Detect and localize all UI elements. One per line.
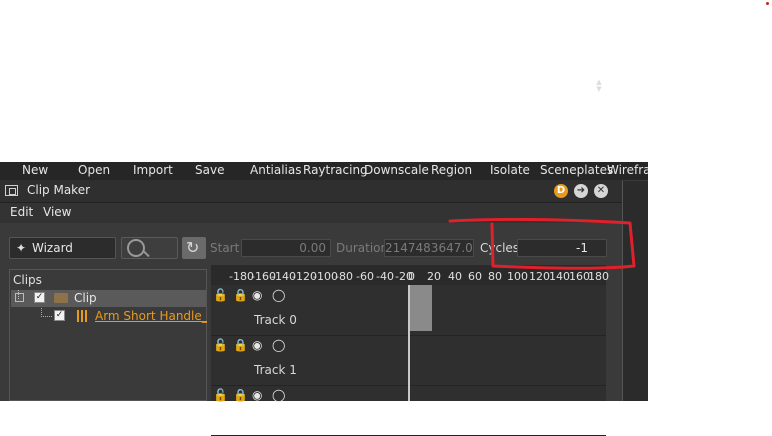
menu-view[interactable]: View [43,205,71,219]
search-icon [127,239,145,257]
eye-closed-icon[interactable]: ◯ [272,388,285,402]
clip-maker-titlebar[interactable]: Clip Maker D ➜ ✕ [0,180,622,203]
window-title: Clip Maker [27,183,91,197]
main-toolbar: New Open Import Save Antialias Raytracin… [0,162,648,180]
lock-icon[interactable]: 🔒 [233,338,248,352]
lock-icon[interactable]: 🔒 [233,288,248,302]
clip-maker-window-icon [5,185,18,196]
eye-icon[interactable]: ◉ [252,288,262,302]
red-dot-mark [766,2,769,5]
clip-checkbox[interactable]: ✓ [34,292,45,303]
unlock-icon[interactable]: 🔓 [213,338,228,352]
unlock-icon[interactable]: 🔓 [213,288,228,302]
toolbar-wireframe[interactable]: Wirefram [607,163,648,177]
toolbar-save[interactable]: Save [195,163,224,177]
track-icons: 🔓 🔒 ◉ ◯ [213,288,291,302]
track-name: Track 0 [254,313,297,327]
start-label: Start [210,241,240,255]
toolbar-import[interactable]: Import [133,163,173,177]
clips-header: Clips [13,273,42,287]
toolbar-new[interactable]: New [22,163,48,177]
lock-icon[interactable]: 🔒 [233,388,248,402]
clip-tree-item[interactable]: ✓ Clip [11,290,206,307]
tree-connector [41,316,52,317]
red-annotation-outline [448,218,636,270]
toolbar-isolate[interactable]: Isolate [490,163,530,177]
refresh-button[interactable]: ↻ [182,237,206,259]
magic-wand-icon: ✦ [16,241,27,255]
duration-label: Duration [336,241,389,255]
playhead[interactable] [408,285,410,401]
refresh-icon: ↻ [186,238,200,257]
wizard-button[interactable]: ✦ Wizard [9,237,116,259]
ruler-tick: 0 [408,270,415,283]
toolbar-antialias[interactable]: Antialias [250,163,301,177]
arrow-right-icon[interactable]: ➜ [574,184,588,198]
folder-icon [54,293,68,303]
eye-icon[interactable]: ◉ [252,388,262,402]
toolbar-downscale[interactable]: Downscale [364,163,429,177]
toolbar-raytracing[interactable]: Raytracing [303,163,368,177]
background-strip [648,162,772,401]
close-icon[interactable]: ✕ [594,184,608,198]
ruler-tick: -40 [376,270,394,283]
timeline-panel[interactable]: -180 -160 -140 -120 -100 -80 -60 -40 -20… [211,265,609,436]
clip-label: Clip [74,291,97,305]
eye-closed-icon[interactable]: ◯ [272,288,285,302]
wizard-label: Wizard [32,241,73,255]
ruler-tick: -60 [356,270,374,283]
arm-clip-checkbox[interactable]: ✓ [54,310,65,321]
arm-clip-label: Arm Short Handle_Bl [95,309,207,323]
unlock-icon[interactable]: 🔓 [213,388,228,402]
eye-icon[interactable]: ◉ [252,338,262,352]
clip-block[interactable] [409,285,432,331]
eye-closed-icon[interactable]: ◯ [272,338,285,352]
start-field[interactable]: 0.00 [241,239,331,257]
search-button[interactable] [121,237,178,259]
viewport-edge [622,181,648,401]
ruler-tick: -80 [335,270,353,283]
ruler-tick: 20 [427,270,441,283]
menu-edit[interactable]: Edit [10,205,33,219]
tree-expander-icon[interactable] [15,293,24,302]
cycles-spinner-icon[interactable]: ▲ ▼ [594,79,604,93]
arm-clip-tree-item[interactable]: ✓ Arm Short Handle_Bl [11,308,207,325]
track-name: Track 1 [254,363,297,377]
track-icons: 🔓 🔒 ◉ ◯ [213,338,291,352]
animation-bars-icon [77,310,88,322]
track-icons: 🔓 🔒 ◉ ◯ [213,388,291,402]
toolbar-region[interactable]: Region [431,163,472,177]
toolbar-sceneplates[interactable]: Sceneplates [540,163,613,177]
clips-panel: Clips ✓ Clip ✓ Arm Short Handle_Bl [9,269,207,401]
dock-button[interactable]: D [554,184,568,198]
toolbar-open[interactable]: Open [78,163,110,177]
